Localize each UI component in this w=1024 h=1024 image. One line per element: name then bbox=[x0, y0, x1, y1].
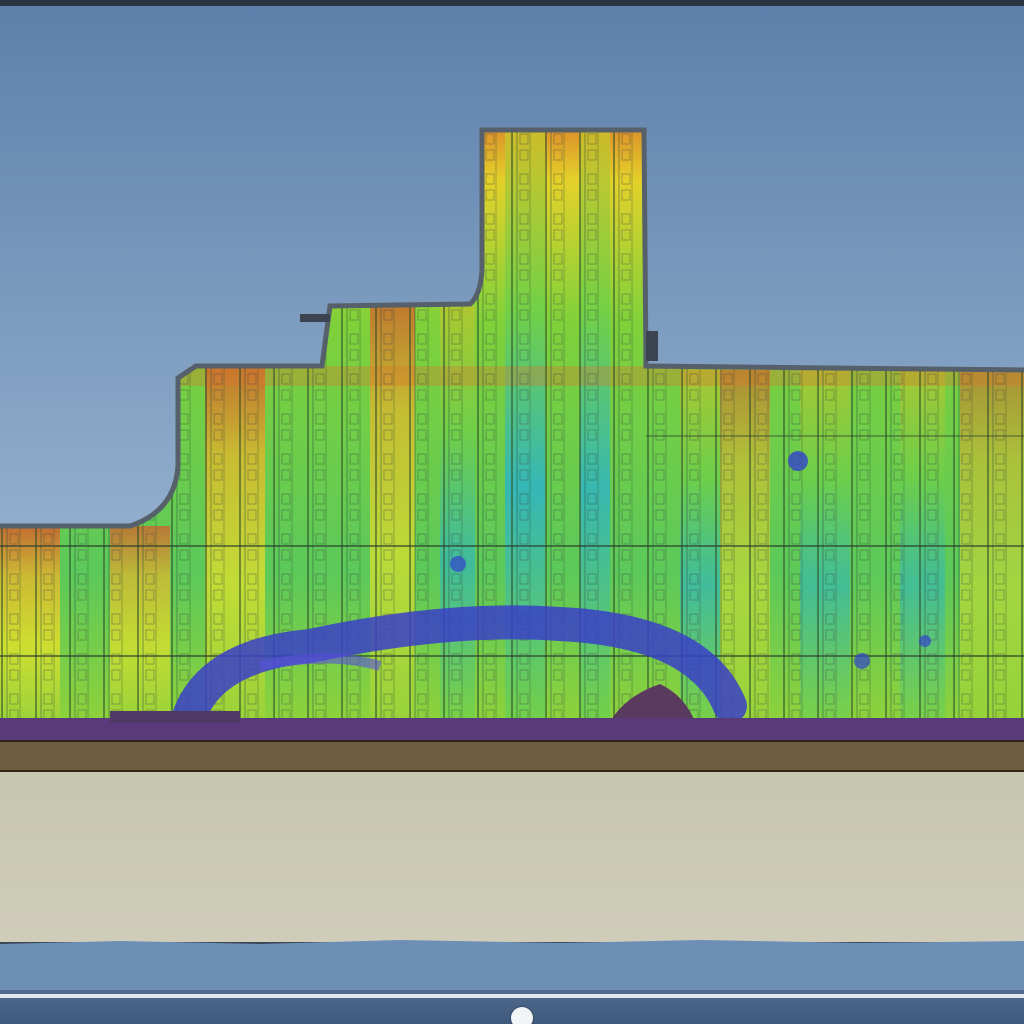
playback-track[interactable] bbox=[0, 994, 1024, 998]
horizon-band bbox=[0, 940, 1024, 990]
playback-scrubber-handle[interactable] bbox=[511, 1007, 533, 1024]
thermal-image-viewer bbox=[0, 0, 1024, 1024]
ground-field bbox=[0, 772, 1024, 942]
ground-brown-strip bbox=[0, 740, 1024, 772]
playback-bar bbox=[0, 990, 1024, 1024]
thermal-scan-image bbox=[0, 6, 1024, 990]
